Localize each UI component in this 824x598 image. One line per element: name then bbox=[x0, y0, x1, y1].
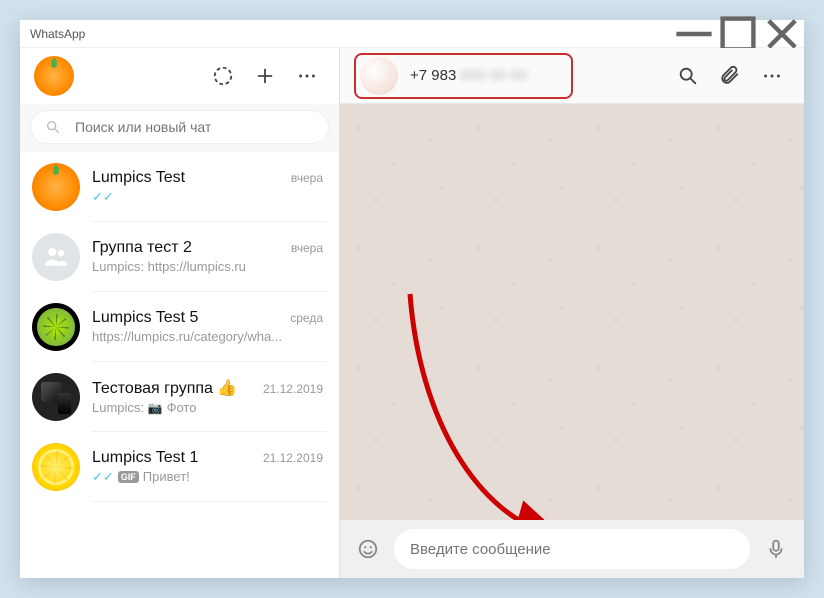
chat-avatar bbox=[32, 303, 80, 351]
chat-item[interactable]: Lumpics Test 1 21.12.2019 ✓✓ GIF Привет! bbox=[20, 432, 339, 502]
read-ticks-icon: ✓✓ bbox=[92, 469, 114, 485]
search-box[interactable] bbox=[30, 110, 329, 144]
chat-list: Lumpics Test вчера ✓✓ Группа тест 2 bbox=[20, 152, 339, 578]
contact-info[interactable]: +7 983 000 00 00 bbox=[354, 53, 573, 99]
search-bar bbox=[20, 104, 339, 152]
chat-preview: Lumpics: 📷Фото bbox=[92, 400, 323, 415]
conversation-panel: +7 983 000 00 00 bbox=[340, 48, 804, 578]
chat-name: Lumpics Test bbox=[92, 169, 285, 187]
minimize-button[interactable] bbox=[672, 20, 716, 48]
read-ticks-icon: ✓✓ bbox=[92, 189, 114, 205]
search-icon bbox=[677, 65, 699, 87]
message-area bbox=[340, 104, 804, 520]
plus-icon bbox=[254, 65, 276, 87]
conversation-header: +7 983 000 00 00 bbox=[340, 48, 804, 104]
search-in-chat-button[interactable] bbox=[670, 58, 706, 94]
chat-avatar bbox=[32, 443, 80, 491]
status-icon bbox=[212, 65, 234, 87]
group-icon bbox=[41, 242, 71, 272]
contact-avatar bbox=[360, 57, 398, 95]
my-avatar[interactable] bbox=[34, 56, 74, 96]
search-icon bbox=[45, 119, 61, 135]
chat-time: вчера bbox=[291, 241, 323, 255]
message-input-wrap[interactable] bbox=[394, 529, 750, 569]
chat-name: Тестовая группа 👍 bbox=[92, 378, 257, 398]
more-icon bbox=[761, 65, 783, 87]
sidebar-header bbox=[20, 48, 339, 104]
microphone-icon bbox=[765, 538, 787, 560]
search-input[interactable] bbox=[75, 119, 314, 135]
chat-avatar bbox=[32, 163, 80, 211]
voice-button[interactable] bbox=[758, 531, 794, 567]
chat-name: Группа тест 2 bbox=[92, 239, 285, 257]
chat-item[interactable]: Lumpics Test вчера ✓✓ bbox=[20, 152, 339, 222]
camera-icon: 📷 bbox=[148, 401, 163, 415]
contact-name: +7 983 000 00 00 bbox=[410, 67, 527, 84]
chat-preview: https://lumpics.ru/category/wha... bbox=[92, 329, 323, 344]
composer bbox=[340, 520, 804, 578]
chat-menu-button[interactable] bbox=[754, 58, 790, 94]
chat-preview: Lumpics: https://lumpics.ru bbox=[92, 259, 323, 274]
chat-name: Lumpics Test 5 bbox=[92, 309, 284, 327]
chat-time: вчера bbox=[291, 171, 323, 185]
maximize-button[interactable] bbox=[716, 20, 760, 48]
chat-avatar bbox=[32, 373, 80, 421]
message-input[interactable] bbox=[410, 541, 734, 558]
chat-item[interactable]: Lumpics Test 5 среда https://lumpics.ru/… bbox=[20, 292, 339, 362]
chat-time: среда bbox=[290, 311, 323, 325]
more-icon bbox=[296, 65, 318, 87]
chat-avatar bbox=[32, 233, 80, 281]
gif-badge: GIF bbox=[118, 471, 139, 483]
emoji-button[interactable] bbox=[350, 531, 386, 567]
titlebar: WhatsApp bbox=[20, 20, 804, 48]
status-button[interactable] bbox=[205, 58, 241, 94]
new-chat-button[interactable] bbox=[247, 58, 283, 94]
menu-button[interactable] bbox=[289, 58, 325, 94]
attach-button[interactable] bbox=[712, 58, 748, 94]
chat-item[interactable]: Тестовая группа 👍 21.12.2019 Lumpics: 📷Ф… bbox=[20, 362, 339, 432]
chat-preview: Привет! bbox=[143, 469, 323, 484]
sidebar: Lumpics Test вчера ✓✓ Группа тест 2 bbox=[20, 48, 340, 578]
paperclip-icon bbox=[719, 65, 741, 87]
chat-item[interactable]: Группа тест 2 вчера Lumpics: https://lum… bbox=[20, 222, 339, 292]
close-button[interactable] bbox=[760, 20, 804, 48]
chat-time: 21.12.2019 bbox=[263, 382, 323, 396]
chat-time: 21.12.2019 bbox=[263, 451, 323, 465]
chat-name: Lumpics Test 1 bbox=[92, 449, 257, 467]
window-title: WhatsApp bbox=[30, 27, 672, 41]
emoji-icon bbox=[357, 538, 379, 560]
